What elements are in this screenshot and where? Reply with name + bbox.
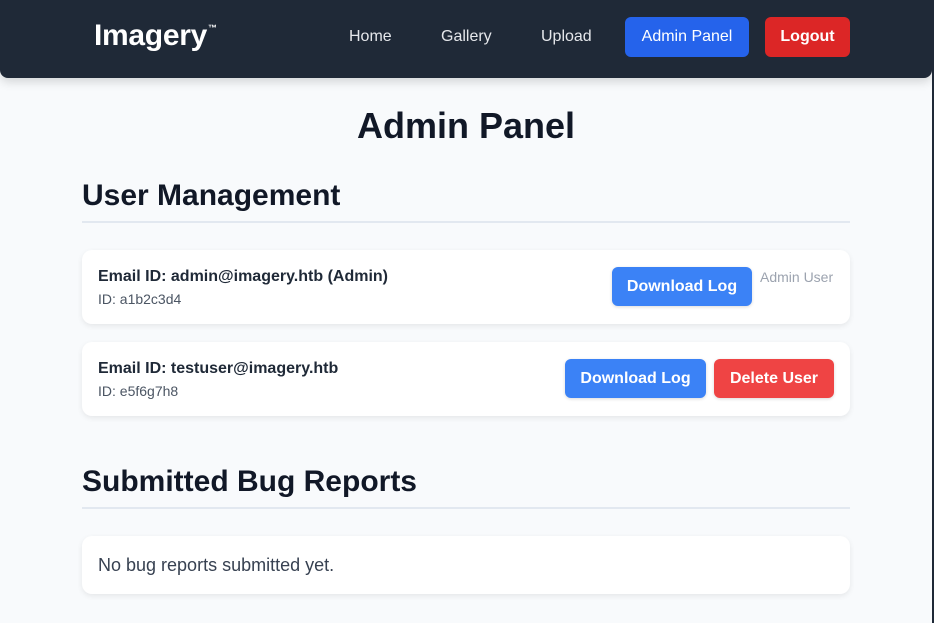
logout-button[interactable]: Logout bbox=[765, 17, 850, 57]
top-navbar: Imagery™ Home Gallery Upload Admin Panel… bbox=[0, 0, 932, 78]
user-id: ID: e5f6g7h8 bbox=[98, 383, 179, 399]
nav-link-home[interactable]: Home bbox=[349, 28, 392, 46]
nav-link-upload[interactable]: Upload bbox=[541, 28, 592, 46]
user-management-heading: User Management bbox=[82, 179, 850, 223]
nav-link-gallery[interactable]: Gallery bbox=[441, 28, 492, 46]
user-card-admin: Email ID: admin@imagery.htb (Admin) ID: … bbox=[82, 250, 850, 324]
page-title: Admin Panel bbox=[356, 105, 576, 146]
admin-user-note: Admin User bbox=[760, 269, 834, 285]
user-email: Email ID: admin@imagery.htb (Admin) bbox=[98, 268, 388, 285]
delete-user-button[interactable]: Delete User bbox=[714, 359, 834, 398]
empty-bug-reports-text: No bug reports submitted yet. bbox=[98, 555, 335, 575]
bug-reports-card: No bug reports submitted yet. bbox=[82, 536, 850, 594]
download-log-button[interactable]: Download Log bbox=[612, 267, 752, 306]
download-log-button[interactable]: Download Log bbox=[565, 359, 706, 398]
brand-logo[interactable]: Imagery™ bbox=[94, 19, 217, 53]
bug-reports-heading: Submitted Bug Reports bbox=[82, 465, 850, 509]
brand-trademark: ™ bbox=[207, 23, 217, 33]
user-email: Email ID: testuser@imagery.htb bbox=[98, 360, 339, 377]
user-id: ID: a1b2c3d4 bbox=[98, 291, 182, 307]
user-card-testuser: Email ID: testuser@imagery.htb ID: e5f6g… bbox=[82, 342, 850, 416]
admin-panel-button[interactable]: Admin Panel bbox=[625, 17, 749, 57]
brand-name: Imagery bbox=[94, 19, 207, 52]
